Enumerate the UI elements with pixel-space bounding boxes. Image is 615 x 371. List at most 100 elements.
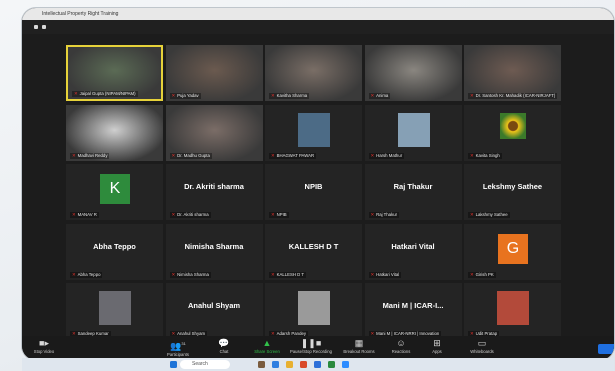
participant-name-text: Puja Yadav [177, 93, 199, 98]
participant-tile[interactable]: ✕ BHAGWAT PAWAR [265, 104, 362, 161]
taskbar-search[interactable]: Search [180, 360, 230, 369]
profile-picture [497, 291, 529, 325]
participant-display-name: NPIB [304, 182, 323, 191]
participant-tile[interactable]: ✕ Adarsh Pandey [265, 283, 362, 339]
participant-tile[interactable]: ✕ Udit Pratap [464, 283, 561, 339]
initial-avatar: K [100, 174, 130, 204]
zoom-icon[interactable] [342, 361, 349, 368]
profile-picture [298, 291, 330, 325]
participant-name-text: NPIB [276, 212, 287, 217]
video-camera-icon: ■▸ [39, 338, 49, 348]
participant-tile[interactable]: ✕ Kavita Singh [464, 104, 561, 161]
muted-mic-icon: ✕ [370, 271, 375, 277]
muted-mic-icon: ✕ [171, 93, 176, 98]
participant-name-label: ✕ Hatkari Vital [368, 271, 402, 278]
participant-name-label: ✕ Abha Teppo [70, 271, 103, 278]
participant-tile[interactable]: Abha Teppo ✕ Abha Teppo [66, 223, 163, 280]
participant-name-text: KALLESH D T [276, 271, 304, 277]
word-icon[interactable] [314, 361, 321, 368]
whiteboard-button[interactable]: ▭ Whiteboards [462, 338, 502, 354]
participant-display-name: Hatkari Vital [391, 241, 435, 251]
participant-name-label: ✕ Lakshmy Sathee [468, 212, 510, 218]
participant-name-text: Dr. Madhu Gupta [177, 152, 210, 158]
participant-name-label: ✕ Nimisha Sharma [169, 271, 211, 278]
participant-name-label: ✕ Jaipal Gupta (NIPAM/NIPAM) [72, 91, 138, 97]
participant-name-text: MANAV R [77, 212, 97, 217]
participant-tile[interactable]: KALLESH D T ✕ KALLESH D T [265, 223, 362, 280]
participant-name-text: Kavita Singh [475, 152, 500, 158]
participant-tile[interactable]: ✕ Puja Yadav [165, 45, 263, 101]
muted-mic-icon: ✕ [72, 271, 76, 277]
participant-tile[interactable]: Dr. Akriti sharma ✕ Dr. Akriti sharma [165, 164, 263, 220]
end-meeting-button[interactable] [598, 344, 614, 354]
participant-tile[interactable]: Lekshmy Sathee ✕ Lakshmy Sathee [464, 164, 561, 220]
participant-name-label: ✕ MANAV R [70, 212, 99, 218]
participant-name-text: Hatkari Vital [376, 271, 400, 277]
participant-tile[interactable]: Anahul Shyam ✕ Anahul Shyam [165, 283, 263, 339]
muted-mic-icon: ✕ [470, 152, 474, 158]
muted-mic-icon: ✕ [271, 152, 275, 158]
participant-tile[interactable]: G ✕ Girish PK [464, 223, 561, 280]
participant-name-text: Abha Teppo [77, 271, 101, 277]
participants-button[interactable]: 👥31 Participants [162, 338, 194, 357]
participant-tile[interactable]: Hatkari Vital ✕ Hatkari Vital [364, 223, 462, 280]
participant-name-label: ✕ Dr. Madhu Gupta [169, 152, 212, 159]
participant-display-name: Nimisha Sharma [184, 241, 244, 251]
participant-tile[interactable]: Mani M | ICAR-I... ✕ Mani M | ICAR-NRRI | … [364, 283, 462, 339]
participant-name-label: ✕ Anima [368, 93, 391, 99]
muted-mic-icon: ✕ [72, 212, 76, 217]
chrome-icon[interactable] [300, 361, 307, 368]
muted-mic-icon: ✕ [171, 271, 176, 277]
reactions-button[interactable]: ☺ Reactions [386, 338, 416, 354]
participant-tile[interactable]: Raj Thakur ✕ Raj Thakur [364, 164, 462, 220]
edge-icon[interactable] [272, 361, 279, 368]
participant-tile[interactable]: ✕ Madhavi Reddy [66, 104, 163, 161]
muted-mic-icon: ✕ [171, 152, 176, 158]
participant-tile[interactable]: ✕ Sandeep Kumar [66, 283, 163, 339]
participant-gallery: ✕ Jaipal Gupta (NIPAM/NIPAM) ✕ Puja Yadav ✕ K… [66, 45, 562, 341]
participant-name-label: ✕ Kavita Singh [468, 152, 502, 159]
participant-name-text: Anima [376, 93, 389, 98]
participant-tile[interactable]: ✕ Jaipal Gupta (NIPAM/NIPAM) [66, 45, 163, 101]
task-view-icon[interactable] [258, 361, 265, 368]
windows-start-icon[interactable] [170, 361, 177, 368]
record-button[interactable]: ❚❚■ Pause/Stop Recording [288, 338, 334, 354]
muted-mic-icon: ✕ [470, 93, 474, 98]
participant-tile[interactable]: Nimisha Sharma ✕ Nimisha Sharma [165, 223, 263, 280]
breakout-rooms-button[interactable]: ▦ Breakout Rooms [340, 338, 378, 354]
participant-tile[interactable]: ✕ Kavitha Sharma [265, 45, 362, 101]
profile-picture [99, 291, 131, 325]
share-screen-icon: ▲ [262, 338, 272, 348]
reactions-icon: ☺ [396, 338, 406, 348]
muted-mic-icon: ✕ [271, 93, 275, 98]
participant-name-label: ✕ Dr. Akriti sharma [169, 212, 211, 218]
participant-display-name: Dr. Akriti sharma [184, 182, 244, 191]
profile-picture [298, 112, 330, 147]
apps-button[interactable]: ⊞ Apps [424, 338, 450, 354]
participant-tile[interactable]: ✕ Dr. Madhu Gupta [165, 104, 263, 161]
stop-video-button[interactable]: ■▸ Stop Video [30, 338, 58, 354]
participant-name-text: Dr. Akriti sharma [177, 212, 209, 217]
participant-display-name: KALLESH D T [288, 241, 339, 251]
participant-tile[interactable]: ✕ Harsh Mathur [364, 104, 462, 161]
excel-icon[interactable] [328, 361, 335, 368]
pause-stop-icon: ❚❚■ [300, 338, 322, 348]
participant-tile[interactable]: ✕ Anima [364, 45, 462, 101]
participant-tile[interactable]: NPIB ✕ NPIB [265, 164, 362, 220]
participant-name-text: Dr. Santosh Kr. Mahadik (ICAR-NIRJAFT) [475, 93, 556, 98]
participant-name-text: Kavitha Sharma [276, 93, 308, 98]
file-explorer-icon[interactable] [286, 361, 293, 368]
participant-name-label: ✕ Madhavi Reddy [70, 152, 110, 159]
participant-tile[interactable]: ✕ Dr. Santosh Kr. Mahadik (ICAR-NIRJAFT) [464, 45, 561, 101]
participant-name-text: Girish PK [475, 271, 494, 277]
security-icon[interactable] [42, 25, 46, 29]
chat-button[interactable]: 💬 Chat [214, 338, 234, 354]
participant-name-label: ✕ Puja Yadav [169, 93, 201, 99]
participants-icon: 👥31 [170, 341, 186, 351]
muted-mic-icon: ✕ [72, 152, 76, 158]
participant-name-text: Raj Thakur [376, 212, 398, 217]
share-screen-button[interactable]: ▲ Share Screen [250, 338, 284, 354]
info-icon[interactable] [34, 25, 38, 29]
participant-name-text: Lakshmy Sathee [475, 212, 508, 217]
participant-tile[interactable]: K ✕ MANAV R [66, 164, 163, 220]
